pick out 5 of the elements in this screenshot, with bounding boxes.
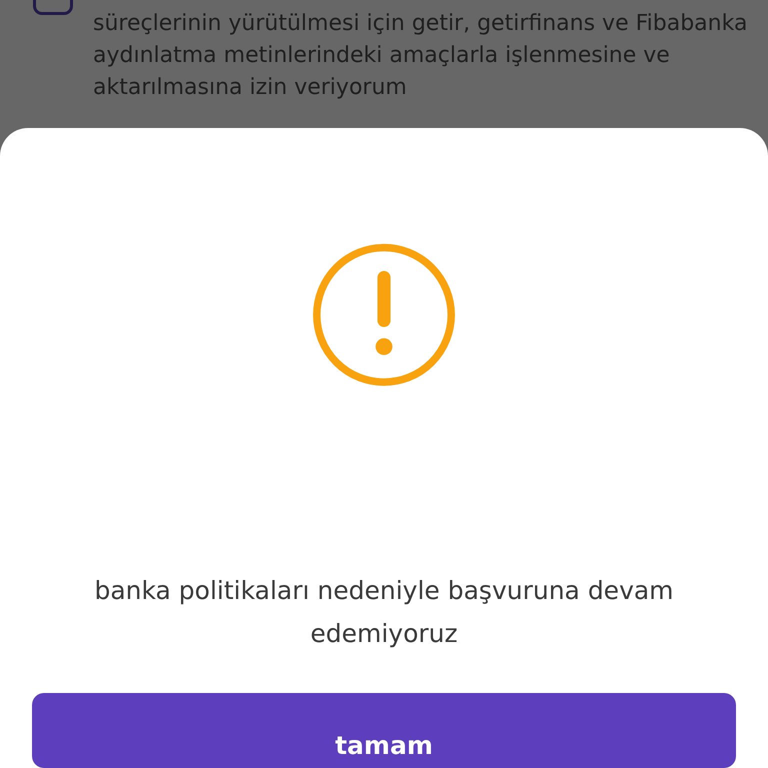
consent-text: aydınlatma metinlerindeki amaçlarla işlenmesine ve [93,42,671,70]
error-message: banka politikaları nedeniyle başvuruna devam edemiyoruz [93,574,675,650]
consent-text: aktarılmasına izin veriyorum [93,74,408,102]
consent-text: süreçlerinin yürütülmesi için getir, getirfinans ve Fibabanka [93,10,748,38]
ok-button[interactable]: tamam [32,692,736,768]
